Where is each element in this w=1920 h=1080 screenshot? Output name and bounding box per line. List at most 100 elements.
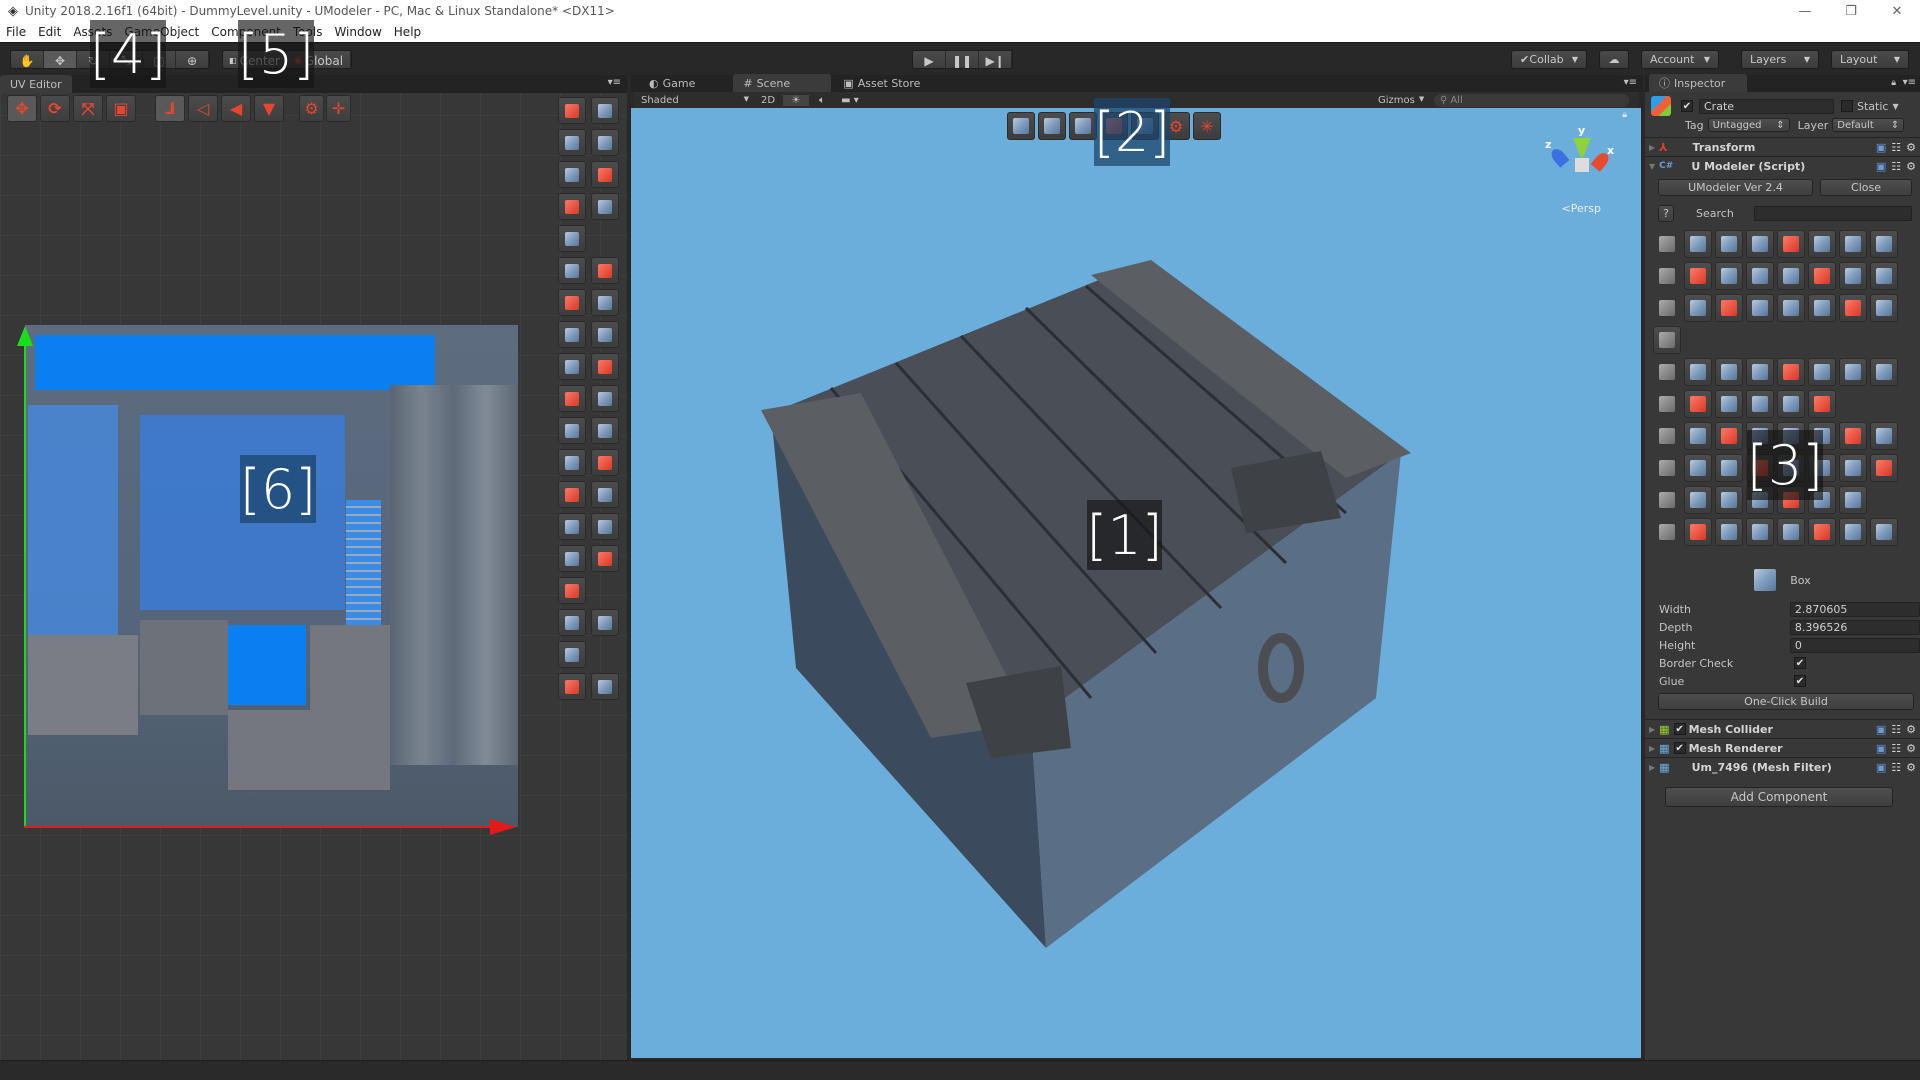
umodeler-tool-button[interactable] <box>1684 518 1712 546</box>
umodeler-tool-button[interactable] <box>1870 358 1898 386</box>
umodeler-tool-button[interactable] <box>1870 518 1898 546</box>
mesh-collider-checkbox[interactable]: ✔ <box>1673 723 1686 735</box>
component-umodeler[interactable]: ▼ C# U Modeler (Script) ▣ ☷ ⚙ <box>1645 156 1920 175</box>
uv-side-tool-button[interactable] <box>591 513 619 540</box>
uv-side-tool-button[interactable] <box>591 353 619 380</box>
uv-island-selected[interactable] <box>346 500 381 625</box>
audio-toggle[interactable]: 🔈︎ <box>809 95 835 106</box>
projection-label[interactable]: <Persp <box>1562 202 1601 215</box>
component-mesh-renderer[interactable]: ▶ ▦ ✔ Mesh Renderer ▣ ☷ ⚙ <box>1645 738 1920 757</box>
uv-side-tool-button[interactable] <box>558 129 586 156</box>
umodeler-tool-button[interactable] <box>1777 262 1805 290</box>
layers-dropdown[interactable]: Layers ▼ <box>1741 50 1819 69</box>
gear-icon[interactable]: ⚙ <box>1906 160 1916 173</box>
uv-side-tool-button[interactable] <box>558 449 586 476</box>
component-mesh-collider[interactable]: ▶ ▦ ✔ Mesh Collider ▣ ☷ ⚙ <box>1645 719 1920 738</box>
menu-help[interactable]: Help <box>388 25 427 39</box>
umodeler-tool-button[interactable] <box>1715 390 1743 418</box>
umodeler-tool-button[interactable] <box>1715 262 1743 290</box>
pause-button[interactable]: ❚❚ <box>946 51 980 68</box>
preset-icon[interactable]: ☷ <box>1891 141 1901 154</box>
uv-side-tool-button[interactable] <box>558 577 586 604</box>
menu-edit[interactable]: Edit <box>32 25 67 39</box>
umodeler-tool-button[interactable] <box>1746 358 1774 386</box>
uv-side-tool-button[interactable] <box>558 385 586 412</box>
glue-checkbox[interactable]: ✔ <box>1794 675 1806 687</box>
component-mesh-filter[interactable]: ▶ ▦ Um_7496 (Mesh Filter) ▣ ☷ ⚙ <box>1645 757 1920 776</box>
help-book-icon[interactable]: ▣ <box>1876 160 1886 173</box>
uv-island-mode-button[interactable]: ▼ <box>254 95 284 122</box>
height-field[interactable]: 0 <box>1789 637 1920 653</box>
umodeler-tool-button[interactable] <box>1684 454 1712 482</box>
umodeler-tool-button[interactable] <box>1777 518 1805 546</box>
layout-dropdown[interactable]: Layout ▼ <box>1831 50 1909 69</box>
lighting-toggle[interactable]: ☀ <box>783 94 809 106</box>
orientation-gizmo[interactable]: y z x <box>1535 116 1625 196</box>
uv-side-tool-button[interactable] <box>591 417 619 444</box>
gear-icon[interactable]: ⚙ <box>1906 141 1916 154</box>
layer-dropdown[interactable]: Default ⇕ <box>1832 118 1905 132</box>
width-field[interactable]: 2.870605 <box>1789 601 1920 617</box>
uv-side-tool-button[interactable] <box>558 193 586 220</box>
umodeler-version-button[interactable]: UModeler Ver 2.4 <box>1658 178 1813 196</box>
umodeler-tool-button[interactable] <box>1684 262 1712 290</box>
umodeler-tool-button[interactable] <box>1777 390 1805 418</box>
uv-side-tool-button[interactable] <box>558 481 586 508</box>
umodeler-tool-button[interactable] <box>1715 230 1743 258</box>
umodeler-tool-button[interactable] <box>1839 422 1867 450</box>
umodeler-tool-button[interactable] <box>1839 518 1867 546</box>
account-dropdown[interactable]: Account ▼ <box>1641 50 1719 69</box>
panel-menu-icon[interactable]: ▾≡ <box>1624 77 1637 88</box>
umodeler-tool-button[interactable] <box>1715 294 1743 322</box>
umodeler-tool-button[interactable] <box>1746 262 1774 290</box>
umodeler-tool-button[interactable] <box>1808 518 1836 546</box>
effects-dropdown[interactable]: ▬ ▾ <box>835 95 865 106</box>
umodeler-tool-button[interactable] <box>1808 358 1836 386</box>
umodeler-tool-button[interactable] <box>1684 422 1712 450</box>
close-button[interactable]: ✕ <box>1874 0 1920 22</box>
umodeler-tool-button[interactable] <box>1839 230 1867 258</box>
gear-icon[interactable]: ⚙ <box>1906 742 1916 755</box>
lock-icon[interactable]: 🔒︎ <box>1622 110 1627 120</box>
play-button[interactable]: ▶ <box>913 51 946 68</box>
uv-side-tool-button[interactable] <box>591 257 619 284</box>
umodeler-tool-button[interactable] <box>1870 422 1898 450</box>
umodeler-tool-button[interactable] <box>1715 454 1743 482</box>
umodeler-tool-button[interactable] <box>1839 262 1867 290</box>
move-tool-button[interactable]: ✥ <box>44 51 77 68</box>
tab-uv-editor[interactable]: UV Editor <box>0 75 72 93</box>
umodeler-tool-button[interactable] <box>1839 294 1867 322</box>
uv-side-tool-button[interactable] <box>558 289 586 316</box>
uv-side-tool-button[interactable] <box>558 641 586 668</box>
lock-icon[interactable]: 🔒︎ <box>1891 78 1896 88</box>
umodeler-tool-button[interactable] <box>1839 454 1867 482</box>
uv-side-tool-button[interactable] <box>591 97 619 124</box>
preset-icon[interactable]: ☷ <box>1891 761 1901 774</box>
gear-icon[interactable]: ⚙ <box>1906 761 1916 774</box>
tag-dropdown[interactable]: Untagged ⇕ <box>1707 118 1790 132</box>
depth-field[interactable]: 8.396526 <box>1789 619 1920 635</box>
uv-side-tool-button[interactable] <box>591 289 619 316</box>
uv-side-tool-button[interactable] <box>591 193 619 220</box>
uv-move-button[interactable]: ✥ <box>7 95 37 122</box>
uv-island[interactable] <box>310 625 390 790</box>
uv-island-selected[interactable] <box>228 625 306 705</box>
tab-game[interactable]: ◐ Game <box>639 74 705 92</box>
scene-viewport[interactable]: ⚙ ✳ y z x 🔒︎ <Persp <box>631 108 1641 1058</box>
preset-icon[interactable]: ☷ <box>1891 160 1901 173</box>
umodeler-tool-button[interactable] <box>1684 358 1712 386</box>
help-book-icon[interactable]: ▣ <box>1876 141 1886 154</box>
umodeler-tool-button[interactable] <box>1870 454 1898 482</box>
uv-island-selected[interactable] <box>28 405 118 635</box>
uv-side-tool-button[interactable] <box>558 353 586 380</box>
uv-edge-mode-button[interactable]: ◁ <box>188 95 218 122</box>
uv-side-tool-button[interactable] <box>591 545 619 572</box>
menu-file[interactable]: File <box>0 25 32 39</box>
uv-side-tool-button[interactable] <box>558 513 586 540</box>
uv-side-tool-button[interactable] <box>558 225 586 252</box>
uv-island[interactable] <box>228 710 310 790</box>
help-button[interactable]: ? <box>1658 204 1674 222</box>
umodeler-tool-button[interactable] <box>1746 294 1774 322</box>
uv-pivot-button[interactable]: ✛ <box>326 95 351 122</box>
uv-island[interactable] <box>140 620 228 715</box>
